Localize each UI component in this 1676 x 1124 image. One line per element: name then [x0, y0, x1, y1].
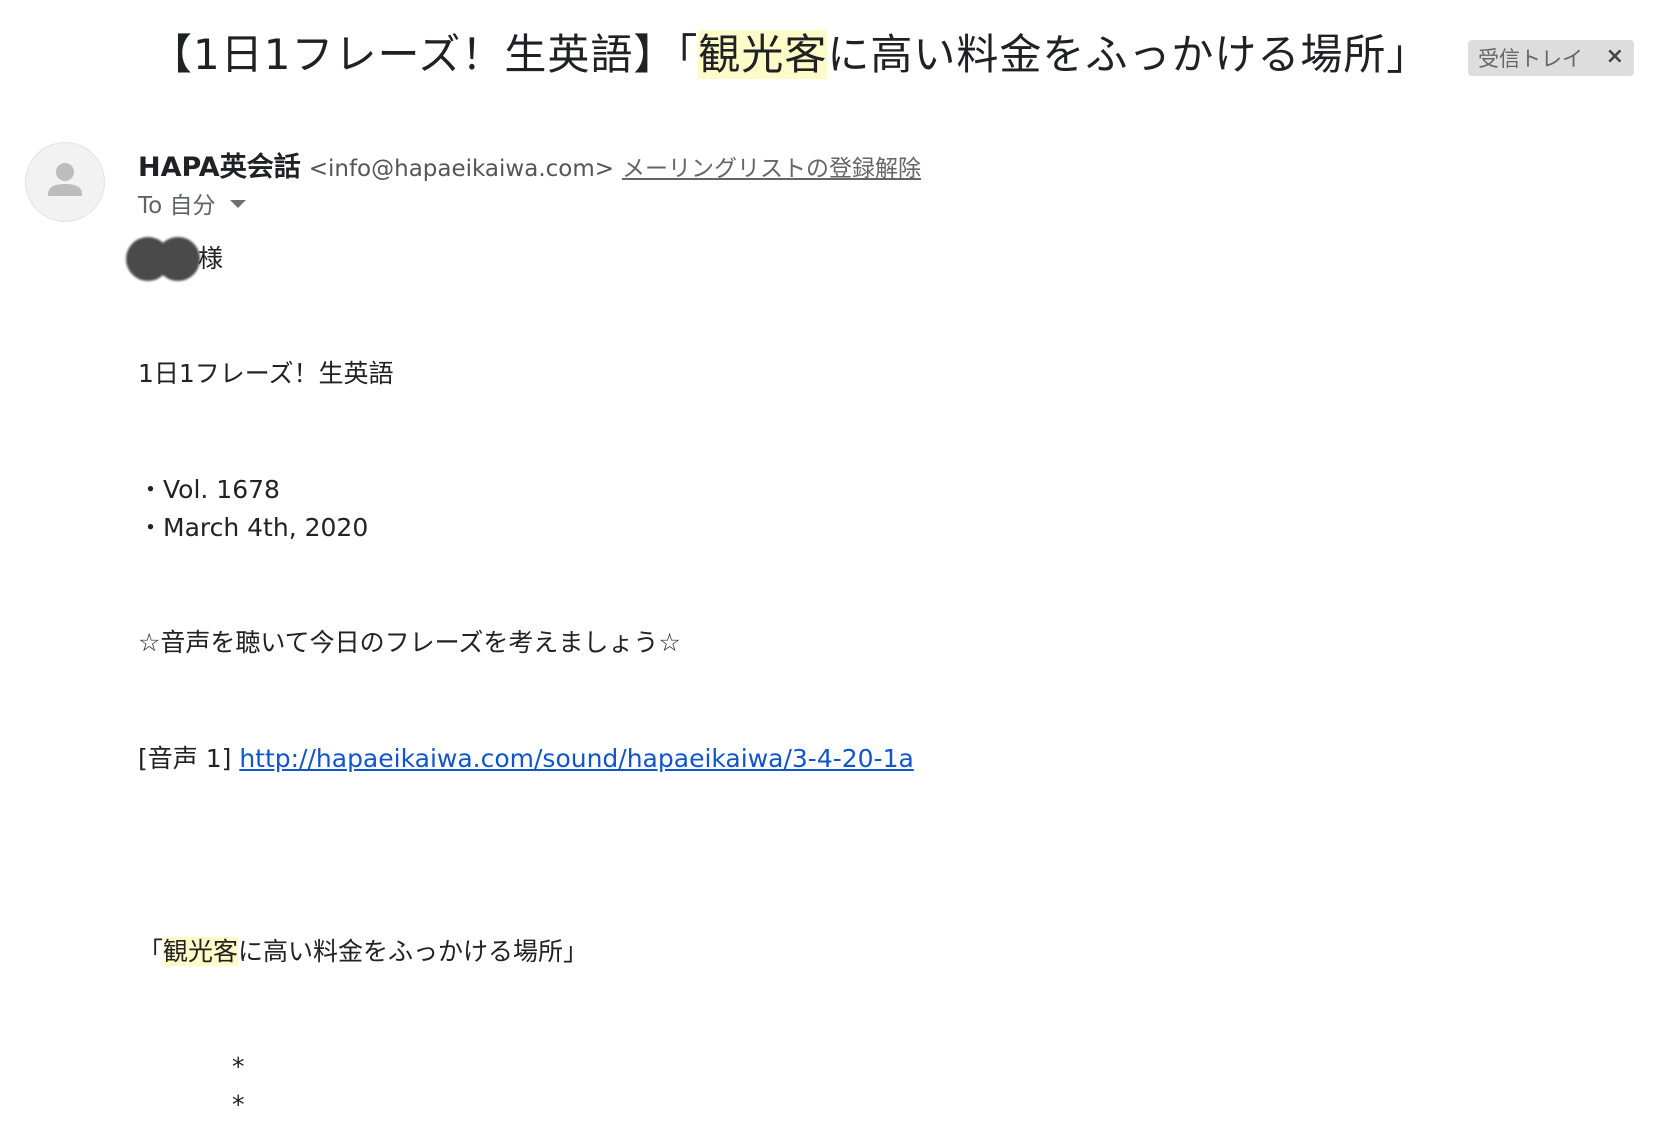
subject-row: 【1日1フレーズ！生英語】「観光客に高い料金をふっかける場所」	[150, 22, 1429, 88]
greeting-honorific: 様	[198, 244, 224, 273]
chevron-down-icon[interactable]	[229, 200, 246, 208]
newsletter-title: 1日1フレーズ！生英語	[138, 359, 394, 388]
email-subject: 【1日1フレーズ！生英語】「観光客に高い料金をふっかける場所」	[150, 22, 1429, 88]
audio-link[interactable]: http://hapaeikaiwa.com/sound/hapaeikaiwa…	[239, 744, 914, 773]
inbox-label-text: 受信トレイ	[1478, 47, 1583, 71]
subject-text-start: 【1日1フレーズ！生英語】「	[150, 30, 699, 79]
sender-avatar[interactable]	[25, 142, 105, 222]
asterisk-divider-1: *	[232, 1052, 245, 1081]
inbox-label-chip[interactable]: 受信トレイ ×	[1468, 40, 1634, 76]
audio-line: [音声 1] http://hapaeikaiwa.com/sound/hapa…	[138, 740, 914, 778]
sender-row: HAPA英会話 <info@hapaeikaiwa.com> メーリングリストの…	[138, 145, 921, 184]
phrase-text: に高い料金をふっかける場所」	[238, 937, 589, 966]
volume-number: ・Vol. 1678	[138, 475, 280, 504]
remove-label-close-icon[interactable]: ×	[1606, 44, 1624, 69]
sender-email: <info@hapaeikaiwa.com>	[308, 156, 615, 182]
subject-text-end: に高い料金をふっかける場所」	[827, 30, 1430, 79]
person-icon	[48, 163, 82, 196]
redacted-recipient-name	[126, 237, 200, 281]
to-recipient-text: To 自分	[138, 193, 216, 219]
phrase-highlight: 観光客	[163, 937, 239, 966]
issue-date: ・March 4th, 2020	[138, 513, 369, 542]
subject-highlight: 観光客	[698, 30, 828, 79]
sender-name[interactable]: HAPA英会話	[138, 145, 301, 184]
phrase-heading: 「観光客に高い料金をふっかける場所」	[138, 933, 588, 971]
asterisk-divider-2: *	[232, 1090, 245, 1119]
unsubscribe-link[interactable]: メーリングリストの登録解除	[622, 149, 921, 183]
phrase-open-bracket: 「	[138, 937, 164, 966]
audio-label: [音声 1]	[138, 744, 240, 773]
recipient-details-toggle[interactable]: To 自分	[138, 186, 246, 220]
listen-prompt: ☆音声を聴いて今日のフレーズを考えましょう☆	[138, 628, 681, 657]
